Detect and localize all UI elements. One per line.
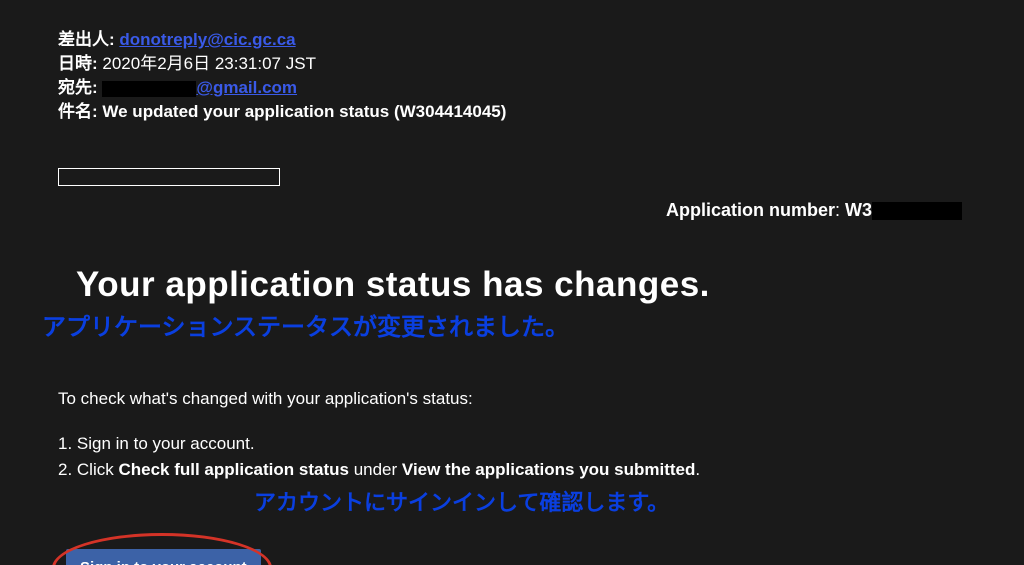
intro-text: To check what's changed with your applic…: [58, 386, 966, 411]
subject-label: 件名:: [58, 102, 102, 121]
steps-list: 1. Sign in to your account. 2. Click Che…: [58, 431, 966, 483]
app-number-prefix: W3: [845, 200, 872, 220]
app-number-label: Application number: [666, 200, 835, 220]
email-view: 差出人: donotreply@cic.gc.ca 日時: 2020年2月6日 …: [0, 0, 1024, 565]
date-value: 2020年2月6日 23:31:07 JST: [102, 54, 316, 73]
redacted-app-number: [872, 202, 962, 220]
date-line: 日時: 2020年2月6日 23:31:07 JST: [58, 52, 966, 76]
application-number-row: Application number: W3: [58, 200, 966, 221]
subject-line: 件名: We updated your application status (…: [58, 100, 966, 124]
step-2: 2. Click Check full application status u…: [58, 457, 966, 483]
step-1: 1. Sign in to your account.: [58, 431, 966, 457]
subject-value: We updated your application status (W304…: [102, 102, 506, 121]
from-line: 差出人: donotreply@cic.gc.ca: [58, 28, 966, 52]
to-link[interactable]: @gmail.com: [196, 78, 297, 97]
to-label: 宛先:: [58, 78, 102, 97]
redacted-recipient: [102, 81, 196, 97]
step2-text2: under: [349, 460, 402, 479]
sign-in-button[interactable]: Sign in to your account: [66, 549, 261, 565]
main-heading-jp: アプリケーションステータスが変更されました。: [42, 307, 966, 342]
to-line: 宛先: @gmail.com: [58, 76, 966, 100]
date-label: 日時:: [58, 54, 102, 73]
jp-note-signin: アカウントにサインインして確認します。: [254, 485, 966, 517]
step1-prefix: 1.: [58, 434, 77, 453]
step2-prefix: 2.: [58, 460, 77, 479]
step2-text3: .: [695, 460, 700, 479]
step1-text: Sign in to your account.: [77, 434, 255, 453]
main-heading-en: Your application status has changes.: [76, 265, 966, 305]
from-label: 差出人:: [58, 30, 119, 49]
step2-text1: Click: [77, 460, 119, 479]
placeholder-box: [58, 168, 280, 186]
step2-bold2: View the applications you submitted: [402, 460, 695, 479]
from-link[interactable]: donotreply@cic.gc.ca: [119, 30, 295, 49]
button-highlight-wrap: Sign in to your account: [52, 533, 272, 565]
app-number-sep: :: [835, 200, 845, 220]
step2-bold1: Check full application status: [118, 460, 349, 479]
